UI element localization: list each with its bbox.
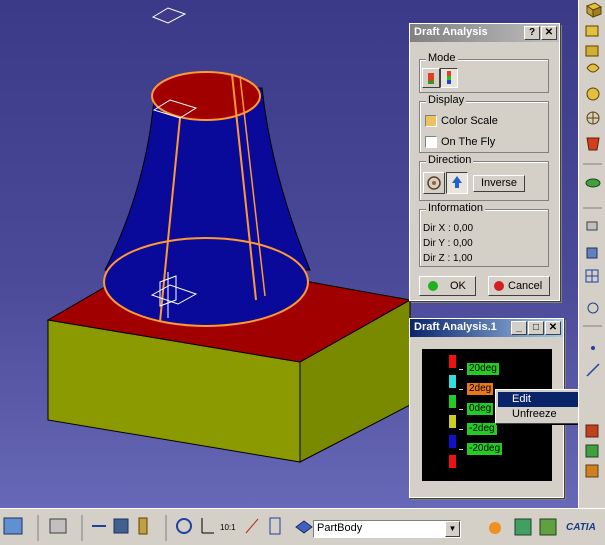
scale-label-minus-2deg: -2deg (467, 423, 497, 435)
draft-icon (586, 137, 600, 151)
connect-icon (585, 464, 599, 478)
information-group: Information Dir X : 0,00 Dir Y : 0,00 Di… (419, 202, 549, 267)
swatch-red-bottom (449, 455, 456, 468)
axis-icon (201, 518, 214, 534)
snap-icon (587, 302, 599, 314)
cancel-button[interactable]: Cancel (488, 276, 550, 296)
color-scale-label: Color Scale (441, 115, 498, 127)
catia-logo: CATIA (566, 522, 596, 533)
color-scale-checkbox[interactable] (425, 115, 437, 127)
mode-group: Mode (419, 52, 549, 93)
minimize-button[interactable]: _ (511, 321, 527, 335)
rotate-icon (176, 518, 192, 534)
measure-icon (586, 221, 598, 231)
pad-icon (585, 45, 599, 57)
ok-icon (428, 281, 438, 291)
quick-mode-button[interactable] (422, 68, 440, 88)
swatch-red-top (449, 355, 456, 368)
ok-label: OK (450, 280, 466, 292)
dir-y: Dir Y : 0,00 (423, 238, 473, 249)
surface-icon (585, 178, 601, 188)
line-icon (586, 363, 600, 377)
scale-tick (459, 369, 463, 370)
cancel-icon (494, 281, 504, 291)
fit-icon (113, 518, 129, 534)
layers-icon (269, 517, 281, 535)
close-button[interactable]: ✕ (541, 26, 557, 40)
chevron-down-icon[interactable]: ▼ (445, 521, 460, 537)
bottom-toolbar: 10:1 PartBody ▼ CATIA (0, 508, 605, 545)
scale-tick (459, 429, 463, 430)
display-label: Display (426, 94, 467, 106)
full-mode-icon (447, 71, 451, 84)
right-toolbar-icons (583, 2, 603, 478)
scale-tick (459, 449, 463, 450)
draft-analysis-titlebar[interactable]: Draft Analysis ? ✕ (410, 24, 559, 42)
direction-arrow-button[interactable] (446, 172, 468, 194)
groove-icon (586, 63, 600, 73)
direction-label: Direction (426, 154, 474, 166)
right-toolbar (578, 0, 605, 508)
scale-tick (459, 409, 463, 410)
swatch-yellow (449, 415, 456, 428)
part-body-value: PartBody (317, 522, 363, 534)
cone-base-edge (103, 237, 309, 327)
scale-label-0deg: 0deg (467, 403, 494, 415)
compass-button[interactable] (423, 172, 445, 194)
snapshot-icon (514, 518, 532, 536)
shading-icon (586, 247, 598, 259)
swatch-cyan (449, 375, 456, 388)
on-the-fly-label: On The Fly (441, 136, 496, 148)
scale-tick (459, 389, 463, 390)
print-icon (49, 518, 67, 534)
curvature-icon (585, 444, 599, 458)
ok-button[interactable]: OK (419, 276, 476, 296)
maximize-button[interactable]: □ (528, 321, 544, 335)
bottle-icon (138, 517, 148, 535)
part-body-combo[interactable]: PartBody ▼ (313, 520, 461, 538)
menu-item-unfreeze[interactable]: Unfreeze (498, 407, 589, 422)
color-scale-title: Draft Analysis.1 (414, 321, 497, 333)
help-button[interactable]: ? (524, 26, 540, 40)
analysis-icon (585, 424, 599, 438)
target-icon (586, 111, 600, 125)
point-icon (591, 346, 595, 350)
dir-z: Dir Z : 1,00 (423, 253, 473, 264)
bottom-toolbar-icons: 10:1 (3, 515, 557, 541)
dialog-title: Draft Analysis (414, 26, 488, 38)
dir-x: Dir X : 0,00 (423, 223, 474, 234)
coordinate-icon (245, 518, 259, 534)
svg-text:10:1: 10:1 (220, 523, 236, 532)
shell-icon (586, 87, 600, 101)
compass-icon (427, 176, 441, 190)
full-mode-button[interactable] (440, 68, 458, 88)
draft-analysis-dialog: Draft Analysis ? ✕ Mode Display Color Sc… (409, 23, 560, 301)
scale-label-20deg: 20deg (467, 363, 499, 375)
cube-icon (585, 2, 603, 18)
color-scale-titlebar[interactable]: Draft Analysis.1 _ □ ✕ (410, 319, 563, 337)
quick-mode-icon (428, 73, 434, 84)
swatch-green (449, 395, 456, 408)
render-icon (539, 518, 557, 536)
plane-glyph (151, 7, 187, 24)
scale-icon: 10:1 (220, 523, 236, 532)
close-scale-button[interactable]: ✕ (545, 321, 561, 335)
display-group: Display Color Scale On The Fly (419, 94, 549, 153)
scale-label-2deg[interactable]: 2deg (467, 383, 494, 395)
mode-label: Mode (426, 52, 458, 64)
solid-icon (585, 25, 599, 37)
cancel-label: Cancel (508, 280, 543, 292)
menu-item-edit[interactable]: Edit (498, 392, 589, 407)
grid-icon (585, 269, 599, 283)
on-the-fly-checkbox[interactable] (425, 136, 437, 148)
swatch-blue (449, 435, 456, 448)
direction-group: Direction Inverse (419, 154, 549, 201)
arrow-up-icon (452, 176, 462, 188)
inverse-button[interactable]: Inverse (473, 175, 525, 192)
scale-label-minus-20deg: -20deg (467, 443, 503, 455)
shading-mode-icon (295, 520, 313, 534)
information-label: Information (426, 202, 486, 214)
window-icon (3, 517, 23, 535)
sketch-icon (489, 522, 501, 534)
